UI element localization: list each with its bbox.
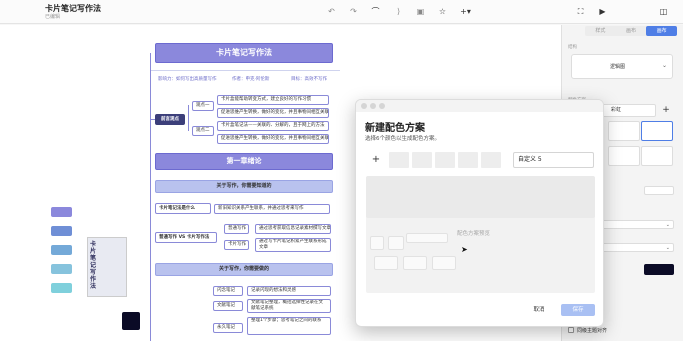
- leaf-item[interactable]: 通过写卡片笔记积累产生联系形成文章: [255, 238, 331, 252]
- branch-preface[interactable]: 前言观点: [155, 114, 185, 125]
- connector: [188, 105, 189, 131]
- tag-underline: [150, 70, 340, 71]
- preview-placeholder: 配色方案预览: [457, 231, 491, 237]
- leaf-item[interactable]: 促进思维产生转换，做好的变化，并且事物间相互关联: [217, 108, 329, 118]
- preview-node: [406, 233, 448, 243]
- panel-select[interactable]: ⌄: [600, 243, 674, 252]
- chevron-down-icon: ⌄: [661, 62, 667, 69]
- redo-icon[interactable]: ↷: [348, 6, 359, 17]
- insert-plus-icon[interactable]: +▾: [460, 6, 471, 17]
- color-swatch[interactable]: [51, 245, 72, 255]
- panel-input[interactable]: [644, 186, 674, 195]
- node-what-is[interactable]: 卡片笔记法是什么: [155, 203, 211, 214]
- zoom-dot-icon[interactable]: [379, 103, 385, 109]
- image-icon[interactable]: ▣: [415, 6, 426, 17]
- preview-node: [370, 236, 384, 250]
- present-icon[interactable]: ▶: [597, 6, 608, 17]
- preview-node: [388, 236, 404, 250]
- color-slot[interactable]: [435, 152, 455, 168]
- color-slot[interactable]: [412, 152, 432, 168]
- preview-node: [432, 256, 456, 270]
- theme-card[interactable]: [641, 146, 673, 166]
- layout-select[interactable]: 逻辑图 ⌄: [571, 54, 673, 79]
- leaf-item[interactable]: 文献笔记整理，概括选择性记录在文献笔记系统: [247, 299, 331, 313]
- add-color-scheme-button[interactable]: +: [660, 104, 672, 117]
- leaf-item[interactable]: 新旧知识关系产生联系，并通过思考来写作: [214, 204, 330, 214]
- sub-viewpoint-1[interactable]: 观点一: [192, 101, 214, 111]
- add-color-button[interactable]: +: [367, 153, 385, 167]
- tab-canvas[interactable]: 画布: [616, 26, 647, 36]
- color-swatch[interactable]: [51, 207, 72, 217]
- align-siblings-checkbox[interactable]: [568, 327, 574, 333]
- section-2-topic[interactable]: 关于写作，你需要做的: [155, 263, 333, 276]
- leaf-item[interactable]: 卡片盒笔记法——关联的、分解的，且于网上的方法: [217, 121, 329, 131]
- leaf-item[interactable]: 通过思考获取信息记录素材撰写文章: [255, 224, 331, 234]
- color-swatch[interactable]: [51, 283, 72, 293]
- undo-icon[interactable]: ↶: [326, 6, 337, 17]
- panel-select[interactable]: ⌄: [600, 220, 674, 229]
- sub-normal-writing[interactable]: 普通写作: [224, 224, 249, 234]
- scheme-name-input[interactable]: 自定义 5: [513, 152, 594, 168]
- preview-node: [403, 256, 427, 270]
- document-status: 已编辑: [45, 14, 61, 20]
- tab-color[interactable]: 画布: [646, 26, 678, 36]
- tag-3[interactable]: 目标：高效不写作: [291, 76, 327, 82]
- color-swatch[interactable]: [51, 264, 72, 274]
- book-cover-image: 卡片笔记写作法: [87, 237, 127, 297]
- note-fleeting[interactable]: 闪念笔记: [213, 286, 243, 296]
- fullscreen-icon[interactable]: ⛶: [575, 6, 586, 17]
- section-1-topic[interactable]: 关于写作，你需要知道的: [155, 180, 333, 193]
- connect-icon[interactable]: ⌒: [370, 6, 381, 17]
- chapter-1-topic[interactable]: 第一章绪论: [155, 153, 333, 170]
- trunk-line: [150, 53, 151, 341]
- minimize-dot-icon[interactable]: [370, 103, 376, 109]
- background-color-swatch[interactable]: [644, 264, 674, 275]
- color-scheme-select[interactable]: 彩虹: [600, 104, 656, 117]
- close-dot-icon[interactable]: [361, 103, 367, 109]
- structure-label: 结构: [568, 45, 577, 50]
- panel-tabs: 样式 画布 画布: [585, 26, 678, 36]
- color-slot[interactable]: [481, 152, 501, 168]
- leaf-item[interactable]: 整理1个步骤；思考笔记之间的联系: [247, 317, 331, 335]
- leaf-item[interactable]: 记录闪现的想法和灵感: [247, 286, 331, 296]
- tag-1[interactable]: 影响力：如何写出高质量写作: [158, 76, 217, 82]
- summary-icon[interactable]: ⟩: [393, 6, 404, 17]
- dialog-titlebar: [356, 100, 603, 112]
- node-compare[interactable]: 普通写作 VS 卡片写作法: [155, 232, 217, 243]
- tab-style[interactable]: 样式: [585, 26, 616, 36]
- color-swatch-dark[interactable]: [122, 312, 140, 330]
- star-icon[interactable]: ☆: [437, 6, 448, 17]
- theme-card[interactable]: [608, 146, 640, 166]
- cancel-button[interactable]: 取消: [524, 304, 554, 316]
- tag-2[interactable]: 作者：申克·阿伦斯: [232, 76, 269, 82]
- top-toolbar: 卡片笔记写作法 已编辑 ↶ ↷ ⌒ ⟩ ▣ ☆ +▾ ⛶ ▶ ◫: [0, 0, 683, 24]
- mouse-cursor-icon: ➤: [461, 245, 468, 254]
- align-siblings-label: 同级主题对齐: [577, 328, 608, 334]
- leaf-item[interactable]: 促进思维产生转换，做好的变化，并且事物间相互关联: [217, 134, 329, 144]
- layout-value: 逻辑图: [610, 64, 626, 70]
- preview-node: [374, 256, 398, 270]
- sub-card-writing[interactable]: 卡片写作: [224, 240, 249, 250]
- save-button[interactable]: 保存: [561, 304, 595, 316]
- theme-card-selected[interactable]: [641, 121, 673, 141]
- sidebar-toggle-icon[interactable]: ◫: [658, 6, 669, 17]
- color-slot[interactable]: [389, 152, 409, 168]
- new-color-scheme-dialog: 新建配色方案 选择6个颜色以生成配色方案。 + 自定义 5 配色方案预览 ➤ 取…: [355, 99, 604, 327]
- color-slot[interactable]: [458, 152, 478, 168]
- dialog-title: 新建配色方案: [365, 123, 425, 134]
- color-swatch[interactable]: [51, 226, 72, 236]
- theme-card[interactable]: [608, 121, 640, 141]
- dialog-description: 选择6个颜色以生成配色方案。: [365, 136, 441, 142]
- sub-viewpoint-2[interactable]: 观点二: [192, 126, 214, 136]
- scheme-preview: 配色方案预览 ➤: [366, 176, 595, 293]
- leaf-item[interactable]: 卡片盒能帮助转变方式，建立良好的写作习惯: [217, 95, 329, 105]
- root-topic[interactable]: 卡片笔记写作法: [155, 43, 333, 63]
- note-literature[interactable]: 文献笔记: [213, 301, 243, 311]
- preview-header: [366, 176, 595, 218]
- note-permanent[interactable]: 永久笔记: [213, 323, 243, 333]
- book-cover-title: 卡片笔记写作法: [90, 241, 97, 290]
